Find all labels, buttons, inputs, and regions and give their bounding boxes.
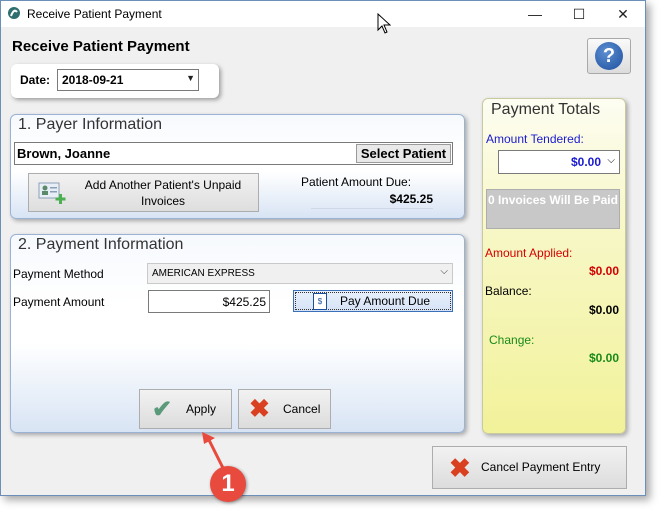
maximize-button[interactable]: ☐ <box>557 1 601 27</box>
mouse-pointer-icon <box>377 13 391 34</box>
close-button[interactable]: ✕ <box>601 1 645 27</box>
date-box: Date: 2018-09-21 ▼ <box>11 64 219 98</box>
amount-applied-label: Amount Applied: <box>485 246 573 260</box>
dropdown-arrow-icon: ▼ <box>186 73 195 83</box>
pay-amount-due-label: Pay Amount Due <box>340 294 431 308</box>
payment-information-panel: 2. Payment Information Payment Method AM… <box>10 234 465 433</box>
amount-due-label: Patient Amount Due: <box>301 175 412 189</box>
x-icon: ✖ <box>249 395 270 423</box>
date-label: Date: <box>20 73 51 87</box>
checkmark-icon: ✔ <box>152 396 173 423</box>
add-patient-invoices-button[interactable]: Add Another Patient's Unpaid Invoices <box>28 173 259 212</box>
chevron-down-icon: ⌵ <box>440 266 448 277</box>
cancel-payment-entry-button[interactable]: ✖ Cancel Payment Entry <box>432 446 627 489</box>
select-patient-button[interactable]: Select Patient <box>356 144 451 163</box>
add-person-icon <box>38 182 66 204</box>
pay-amount-due-button[interactable]: $ Pay Amount Due <box>293 290 453 312</box>
title-bar: Receive Patient Payment — ☐ ✕ <box>1 1 645 27</box>
callout-badge: 1 <box>210 466 246 502</box>
window-title: Receive Patient Payment <box>27 7 162 21</box>
page-title: Receive Patient Payment <box>12 38 190 55</box>
help-icon: ? <box>595 42 623 70</box>
add-patient-label: Add Another Patient's Unpaid Invoices <box>84 178 242 208</box>
amount-applied-value: $0.00 <box>588 264 619 278</box>
change-label: Change: <box>489 333 535 347</box>
app-logo-icon <box>8 7 20 19</box>
chevron-down-icon: ⌵ <box>607 155 615 166</box>
receive-payment-window: Receive Patient Payment — ☐ ✕ Receive Pa… <box>0 0 646 496</box>
invoice-dollar-icon: $ <box>313 293 327 310</box>
payer-section-title: 1. Payer Information <box>18 116 163 133</box>
invoices-will-be-paid-label: 0 Invoices Will Be Paid <box>488 193 618 207</box>
payment-method-value: AMERICAN EXPRESS <box>152 268 255 279</box>
payment-amount-label: Payment Amount <box>13 295 105 309</box>
payment-method-select[interactable]: AMERICAN EXPRESS ⌵ <box>147 263 453 284</box>
payment-method-label: Payment Method <box>13 267 104 281</box>
date-value: 2018-09-21 <box>62 73 124 87</box>
date-select[interactable]: 2018-09-21 ▼ <box>57 69 199 91</box>
amount-due-value: $425.25 <box>311 192 433 209</box>
amount-tendered-select[interactable]: $0.00 ⌵ <box>498 150 620 174</box>
invoices-will-be-paid-button[interactable]: 0 Invoices Will Be Paid <box>486 189 620 229</box>
payer-information-panel: 1. Payer Information Brown, Joanne Selec… <box>10 114 465 219</box>
apply-label: Apply <box>186 402 217 416</box>
patient-field[interactable]: Brown, Joanne Select Patient <box>14 142 453 165</box>
cancel-button[interactable]: ✖ Cancel <box>238 389 331 429</box>
apply-button[interactable]: ✔ Apply <box>139 389 232 429</box>
payment-totals-title: Payment Totals <box>491 101 601 118</box>
amount-tendered-value: $0.00 <box>570 155 601 169</box>
balance-value: $0.00 <box>588 303 619 317</box>
minimize-button[interactable]: — <box>513 1 557 27</box>
payment-amount-value: $425.25 <box>222 295 266 309</box>
cancel-payment-entry-label: Cancel Payment Entry <box>481 460 601 474</box>
payment-totals-panel: Payment Totals Amount Tendered: $0.00 ⌵ … <box>482 98 626 434</box>
balance-label: Balance: <box>485 284 532 298</box>
payment-section-title: 2. Payment Information <box>18 236 184 253</box>
help-button[interactable]: ? <box>587 38 631 74</box>
change-value: $0.00 <box>588 351 619 365</box>
amount-tendered-label: Amount Tendered: <box>486 132 584 146</box>
payment-amount-input[interactable]: $425.25 <box>148 290 270 313</box>
cancel-label: Cancel <box>283 402 321 416</box>
patient-name: Brown, Joanne <box>17 146 111 161</box>
x-icon: ✖ <box>449 453 471 483</box>
